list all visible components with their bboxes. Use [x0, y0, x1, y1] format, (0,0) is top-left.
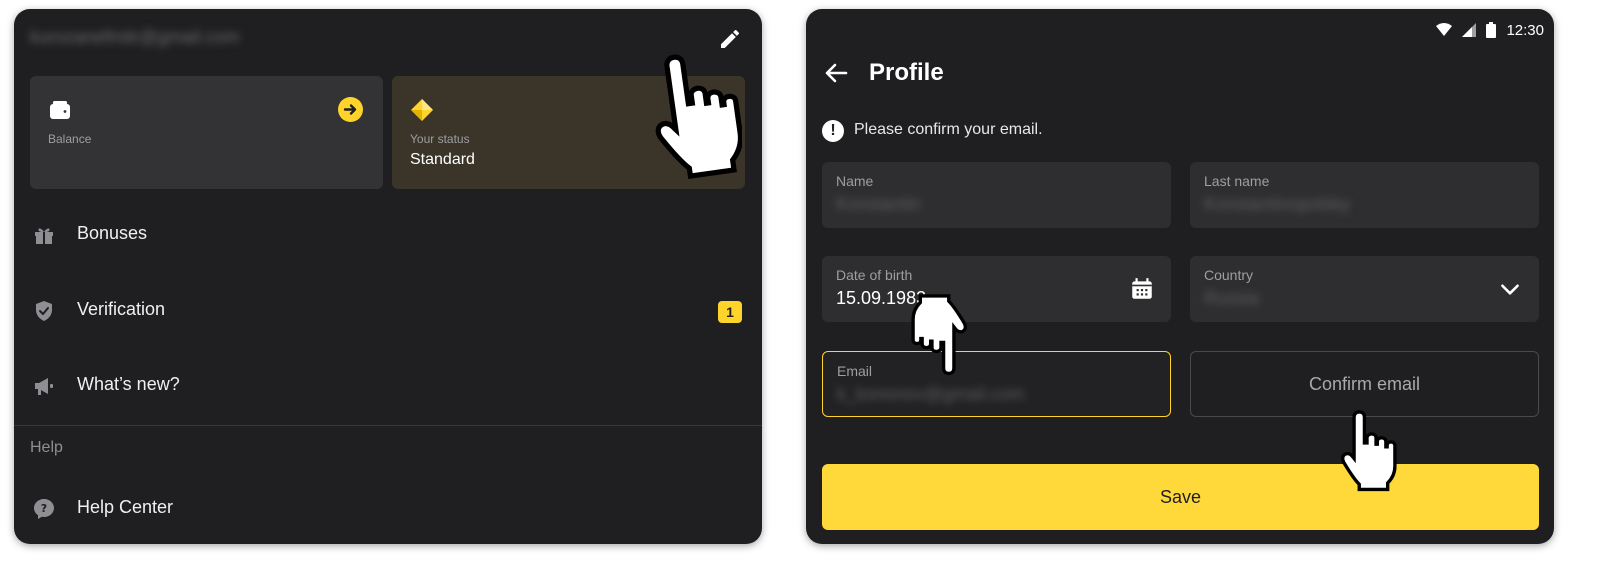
calendar-icon[interactable]: [1129, 276, 1155, 302]
field-value: k_kononov@gmail.com: [837, 384, 1025, 404]
menu-item-label: Bonuses: [77, 223, 148, 243]
field-label: Date of birth: [836, 267, 913, 283]
date-of-birth-field[interactable]: Date of birth 15.09.1983: [822, 256, 1171, 322]
confirm-email-button[interactable]: Confirm email: [1190, 351, 1539, 417]
status-value: Standard: [410, 151, 475, 168]
field-label: Name: [836, 173, 874, 189]
email-field[interactable]: Email k_kononov@gmail.com: [822, 351, 1171, 417]
last-name-field[interactable]: Last name Konstantinopolsky: [1190, 162, 1539, 228]
clock: 12:30: [1506, 21, 1544, 39]
alert-icon: !: [822, 120, 844, 142]
pointer-hand-cursor: [655, 54, 742, 180]
menu-item-whats-new[interactable]: What’s new?: [14, 356, 762, 416]
menu-item-label: Help Center: [77, 497, 174, 517]
field-label: Country: [1204, 267, 1254, 283]
user-email: kurozanefmitr@gmail.com: [30, 27, 240, 47]
balance-label: Balance: [48, 132, 92, 146]
field-value: Konstantin: [836, 194, 922, 214]
field-label: Email: [837, 363, 873, 379]
field-label: Last name: [1204, 173, 1270, 189]
account-menu-panel: kurozanefmitr@gmail.com Balance Your sta…: [14, 9, 762, 544]
diamond-icon: [411, 99, 433, 121]
chevron-down-icon[interactable]: [1497, 276, 1523, 302]
svg-text:?: ?: [41, 502, 47, 515]
signal-icon: [1462, 23, 1477, 37]
menu-item-label: What’s new?: [77, 374, 180, 394]
pencil-edit-icon[interactable]: [718, 27, 742, 51]
menu-item-verification[interactable]: Verification 1: [14, 281, 762, 341]
confirm-email-notice: Please confirm your email.: [854, 121, 1043, 138]
shield-check-icon: [36, 301, 52, 321]
menu-item-help-center[interactable]: ? Help Center: [14, 479, 762, 539]
save-button[interactable]: Save: [822, 464, 1539, 530]
field-value: Konstantinopolsky: [1204, 194, 1351, 214]
pointer-hand-cursor: [911, 294, 968, 376]
help-circle-icon: ?: [34, 499, 54, 519]
page-title: Profile: [869, 59, 944, 86]
country-select[interactable]: Country Russia: [1190, 256, 1539, 322]
field-value: Russia: [1204, 288, 1260, 308]
gift-icon: [35, 228, 53, 244]
divider: [14, 425, 762, 426]
pointer-hand-cursor: [1340, 410, 1397, 492]
wifi-icon: [1436, 23, 1453, 36]
name-field[interactable]: Name Konstantin: [822, 162, 1171, 228]
arrow-right-icon[interactable]: [338, 97, 363, 122]
megaphone-icon: [35, 378, 53, 395]
menu-item-bonuses[interactable]: Bonuses: [14, 205, 762, 265]
back-arrow-icon[interactable]: [822, 59, 850, 87]
menu-item-label: Verification: [77, 299, 166, 319]
profile-panel: 12:30 Profile ! Please confirm your emai…: [806, 9, 1554, 544]
balance-card[interactable]: Balance: [30, 76, 383, 189]
status-bar: 12:30: [1436, 20, 1544, 40]
verification-badge: 1: [718, 301, 742, 323]
help-section-header: Help: [30, 439, 63, 456]
wallet-icon: [50, 101, 70, 119]
status-label: Your status: [410, 132, 470, 146]
battery-icon: [1486, 22, 1497, 38]
